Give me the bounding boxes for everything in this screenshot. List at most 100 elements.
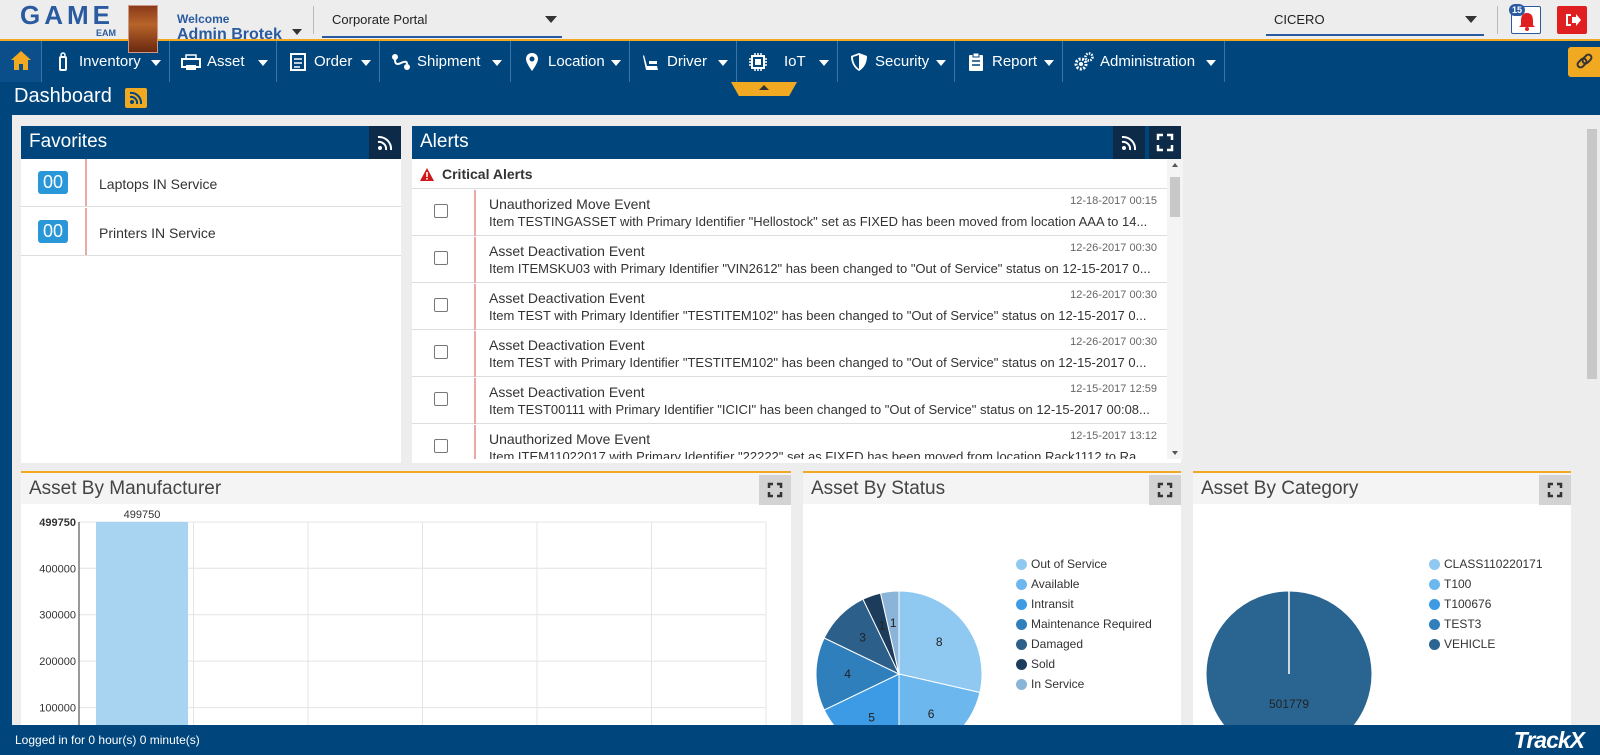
legend-item[interactable]: VEHICLE <box>1429 634 1543 654</box>
legend-label: VEHICLE <box>1444 637 1496 651</box>
document-icon <box>288 52 308 72</box>
legend-label: Sold <box>1031 657 1056 671</box>
nav-iot[interactable]: IoT <box>738 41 838 82</box>
divider <box>474 425 476 459</box>
nav-order-label: Order <box>314 53 353 70</box>
legend-item[interactable]: T100676 <box>1429 594 1543 614</box>
user-menu-chevron-icon[interactable] <box>292 29 302 35</box>
avatar[interactable] <box>128 5 158 53</box>
site-select[interactable]: CICERO <box>1266 8 1484 36</box>
legend-label: Maintenance Required <box>1031 617 1152 631</box>
nav-shipment[interactable]: Shipment <box>381 41 511 82</box>
alert-row[interactable]: Asset Deactivation Event 12-26-2017 00:3… <box>412 331 1167 377</box>
nav-collapse-toggle[interactable] <box>731 82 797 96</box>
alert-checkbox[interactable] <box>434 298 448 312</box>
favorite-item[interactable]: 00 Printers IN Service <box>21 208 401 256</box>
legend-marker <box>1016 578 1027 590</box>
chevron-down-icon <box>151 60 161 66</box>
divider <box>474 190 476 236</box>
alert-description: Item TEST with Primary Identifier "TESTI… <box>489 355 1147 370</box>
alerts-scrollbar-thumb[interactable] <box>1170 177 1180 217</box>
alert-description: Item TEST00111 with Primary Identifier "… <box>489 402 1150 417</box>
nav-location[interactable]: Location <box>512 41 630 82</box>
legend-item[interactable]: Intransit <box>1016 594 1152 614</box>
nav-asset[interactable]: Asset <box>171 41 277 82</box>
legend-marker <box>1016 558 1027 570</box>
quick-links-button[interactable] <box>1568 47 1600 77</box>
legend-item[interactable]: Out of Service <box>1016 554 1152 574</box>
rss-icon <box>377 135 393 151</box>
legend-item[interactable]: CLASS110220171 <box>1429 554 1543 574</box>
legend-label: CLASS110220171 <box>1444 557 1543 571</box>
legend-item[interactable]: Sold <box>1016 654 1152 674</box>
alert-row[interactable]: Unauthorized Move Event 12-18-2017 00:15… <box>412 190 1167 236</box>
bar-data-label: 499750 <box>124 509 161 521</box>
page-scrollbar[interactable] <box>1584 115 1600 725</box>
legend-marker <box>1429 578 1440 590</box>
shield-icon <box>849 52 869 72</box>
alerts-rss-button[interactable] <box>1113 126 1145 159</box>
seat-icon <box>641 52 661 72</box>
gears-icon <box>1074 51 1094 72</box>
manufacturer-title: Asset By Manufacturer <box>29 478 222 499</box>
alert-row[interactable]: Asset Deactivation Event 12-26-2017 00:3… <box>412 237 1167 283</box>
page-scrollbar-thumb[interactable] <box>1587 129 1597 379</box>
rss-icon <box>129 91 143 105</box>
alerts-expand-button[interactable] <box>1149 126 1181 159</box>
chevron-down-icon <box>1206 60 1216 66</box>
alerts-scrollbar[interactable] <box>1167 159 1183 459</box>
alert-checkbox[interactable] <box>434 204 448 218</box>
alerts-list[interactable]: Critical Alerts Unauthorized Move Event … <box>412 159 1167 459</box>
manufacturer-expand-button[interactable] <box>759 475 791 505</box>
alert-row[interactable]: Unauthorized Move Event 12-15-2017 13:12… <box>412 425 1167 459</box>
legend-item[interactable]: Damaged <box>1016 634 1152 654</box>
alerts-header: Alerts <box>412 126 1181 159</box>
favorites-rss-button[interactable] <box>369 126 401 159</box>
category-expand-button[interactable] <box>1539 475 1571 505</box>
logout-button[interactable] <box>1557 6 1587 34</box>
nav-security[interactable]: Security <box>839 41 955 82</box>
nav-order[interactable]: Order <box>278 41 380 82</box>
alert-row[interactable]: Asset Deactivation Event 12-26-2017 00:3… <box>412 284 1167 330</box>
legend-item[interactable]: T100 <box>1429 574 1543 594</box>
y-tick-label: 300000 <box>39 610 76 622</box>
legend-marker <box>1429 638 1440 650</box>
notifications-button[interactable]: 15 <box>1509 4 1541 34</box>
alert-checkbox[interactable] <box>434 251 448 265</box>
favorite-item[interactable]: 00 Laptops IN Service <box>21 159 401 207</box>
nav-administration-label: Administration <box>1100 53 1196 70</box>
legend-label: TEST3 <box>1444 617 1482 631</box>
chip-icon <box>748 52 768 72</box>
favorite-label: Printers IN Service <box>99 225 216 241</box>
rss-icon <box>1121 135 1137 151</box>
warning-icon <box>420 168 434 181</box>
legend-label: Available <box>1031 577 1080 591</box>
alerts-panel: Alerts Critical Alerts Unauthorized Move… <box>412 126 1183 463</box>
legend-item[interactable]: Maintenance Required <box>1016 614 1152 634</box>
favorite-label: Laptops IN Service <box>99 176 218 192</box>
nav-driver-label: Driver <box>667 53 707 70</box>
logo[interactable]: GAME EAM <box>20 2 120 38</box>
legend-label: In Service <box>1031 677 1085 691</box>
nav-report[interactable]: Report <box>956 41 1063 82</box>
alert-title: Asset Deactivation Event <box>489 337 645 353</box>
chevron-down-icon <box>1465 16 1477 23</box>
alert-checkbox[interactable] <box>434 345 448 359</box>
legend-item[interactable]: TEST3 <box>1429 614 1543 634</box>
status-expand-button[interactable] <box>1149 475 1181 505</box>
nav-administration[interactable]: Administration <box>1064 41 1225 82</box>
legend-item[interactable]: Available <box>1016 574 1152 594</box>
divider <box>313 6 314 34</box>
nav-driver[interactable]: Driver <box>631 41 737 82</box>
alert-timestamp: 12-15-2017 12:59 <box>1070 383 1157 395</box>
legend-item[interactable]: In Service <box>1016 674 1152 694</box>
alert-row[interactable]: Asset Deactivation Event 12-15-2017 12:5… <box>412 378 1167 424</box>
notification-count-badge: 15 <box>1509 4 1526 16</box>
nav-shipment-label: Shipment <box>417 53 481 70</box>
alert-checkbox[interactable] <box>434 439 448 453</box>
rss-feed-button[interactable] <box>125 88 147 108</box>
portal-select[interactable]: Corporate Portal <box>322 8 562 38</box>
pie-slice-label: 501779 <box>1269 697 1309 711</box>
alert-checkbox[interactable] <box>434 392 448 406</box>
home-button[interactable] <box>0 41 42 82</box>
